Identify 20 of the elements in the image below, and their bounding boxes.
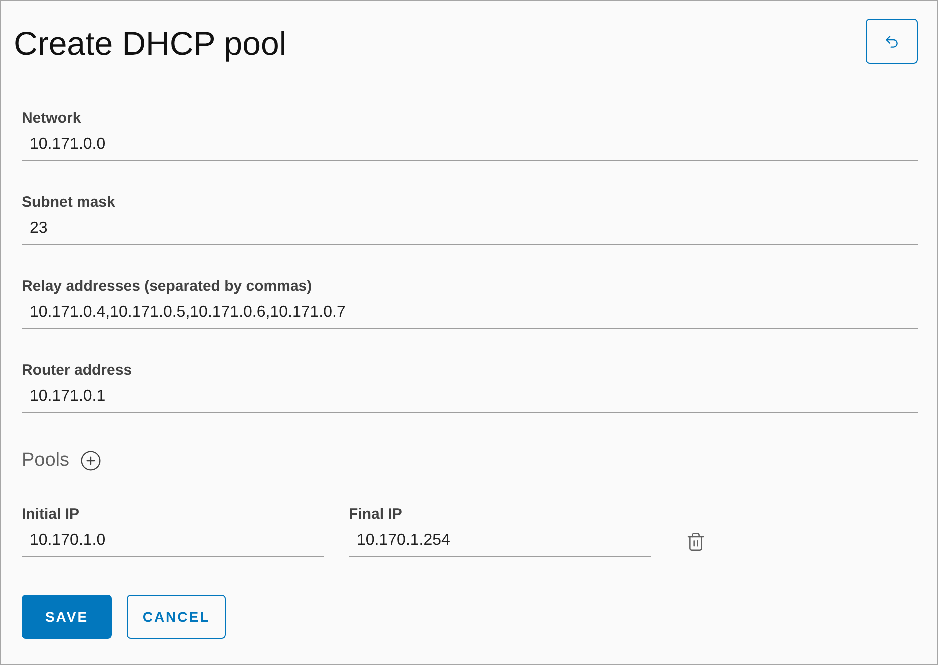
back-button[interactable] bbox=[866, 19, 918, 64]
field-label: Router address bbox=[22, 361, 134, 381]
field-label: Subnet mask bbox=[22, 193, 116, 213]
text-field[interactable]: 10.171.0.0 bbox=[22, 129, 918, 161]
save-button[interactable]: SAVE bbox=[22, 595, 112, 639]
undo-arrow-icon bbox=[884, 34, 900, 50]
add-icon[interactable] bbox=[80, 450, 102, 472]
text-field[interactable]: 10.170.1.254 bbox=[349, 525, 651, 557]
section-heading: Pools bbox=[22, 448, 70, 473]
text-field[interactable]: 10.171.0.1 bbox=[22, 381, 918, 413]
field-label: Network bbox=[22, 109, 82, 129]
field-label: Initial IP bbox=[22, 505, 81, 525]
text-field[interactable]: 10.171.0.4,10.171.0.5,10.171.0.6,10.171.0.7 bbox=[22, 297, 918, 329]
cancel-button[interactable]: CANCEL bbox=[127, 595, 226, 639]
text-field[interactable]: 10.170.1.0 bbox=[22, 525, 324, 557]
page-title: Create DHCP pool bbox=[14, 25, 287, 63]
field-label: Relay addresses (separated by commas) bbox=[22, 277, 314, 297]
delete-icon[interactable] bbox=[686, 532, 706, 552]
text-field[interactable]: 23 bbox=[22, 213, 918, 245]
field-label: Final IP bbox=[349, 505, 404, 525]
